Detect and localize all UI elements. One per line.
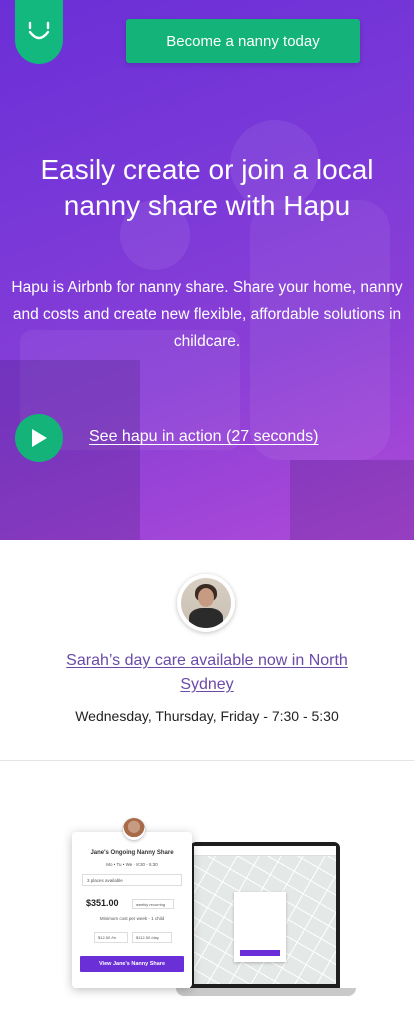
hourly-rate: $12.50 /hr bbox=[94, 932, 128, 943]
listing-title-link[interactable]: Sarah’s day care available now in North … bbox=[60, 649, 354, 697]
map-listing-card bbox=[234, 892, 286, 962]
play-icon bbox=[32, 429, 47, 447]
section-divider bbox=[0, 760, 414, 761]
card-title: Jane's Ongoing Nanny Share bbox=[90, 850, 174, 856]
listing-schedule: Wednesday, Thursday, Friday - 7:30 - 5:3… bbox=[75, 708, 339, 724]
smile-logo-icon bbox=[28, 21, 50, 40]
hero-section: Become a nanny today Easily create or jo… bbox=[0, 0, 414, 540]
card-days: Mo • Tu • We · 8:30 - 5:30 bbox=[106, 862, 158, 867]
recurring-select: weekly recurring bbox=[132, 899, 174, 909]
card-minimum: Minimum cost per week - 1 child bbox=[99, 916, 165, 921]
hero-subtitle: Hapu is Airbnb for nanny share. Share yo… bbox=[11, 279, 403, 350]
laptop-base bbox=[176, 988, 356, 996]
view-share-button: View Jane's Nanny Share bbox=[80, 956, 184, 972]
carer-photo bbox=[181, 578, 231, 628]
watch-video-link[interactable]: See hapu in action (27 seconds) bbox=[89, 428, 318, 446]
laptop-screen bbox=[190, 842, 340, 988]
hero-background-photo bbox=[0, 0, 414, 540]
play-video-button[interactable] bbox=[15, 414, 63, 462]
carer-avatar bbox=[177, 574, 235, 632]
hapu-logo[interactable] bbox=[15, 0, 63, 64]
daily-rate: $112.50 /day bbox=[132, 932, 172, 943]
hero-title: Easily create or join a local nanny shar… bbox=[40, 154, 374, 221]
become-nanny-button[interactable]: Become a nanny today bbox=[126, 19, 360, 63]
places-select: 3 places available bbox=[82, 874, 182, 886]
nanny-share-card-mockup: Jane's Ongoing Nanny Share Mo • Tu • We … bbox=[72, 818, 192, 988]
card-price: $351.00 bbox=[86, 898, 119, 908]
host-avatar bbox=[123, 818, 145, 840]
